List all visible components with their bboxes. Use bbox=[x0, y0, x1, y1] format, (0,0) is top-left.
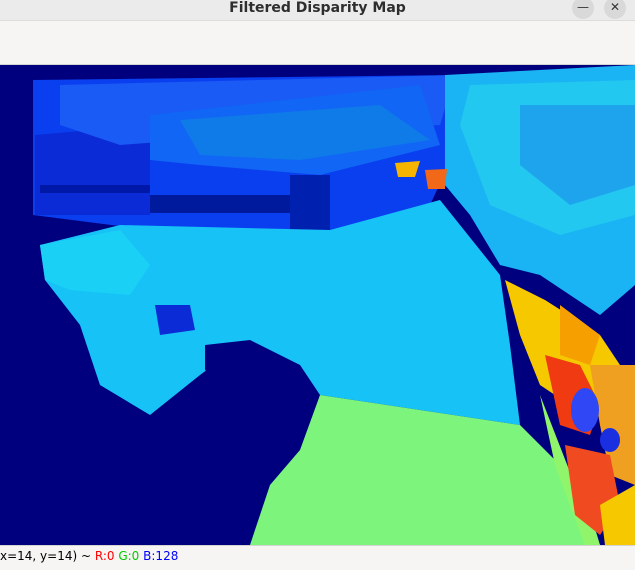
pixel-red-value: R:0 bbox=[94, 549, 115, 563]
window-titlebar[interactable]: Filtered Disparity Map — ✕ bbox=[0, 0, 635, 21]
cursor-coordinates: x=14, y=14) ~ bbox=[0, 549, 95, 563]
pixel-green-value: G:0 bbox=[118, 549, 140, 563]
disparity-image[interactable] bbox=[0, 65, 635, 545]
window-title: Filtered Disparity Map bbox=[229, 0, 406, 16]
pixel-blue-value: B:128 bbox=[143, 549, 179, 563]
disparity-map-graphic bbox=[0, 65, 635, 545]
toolbar-area bbox=[0, 21, 635, 65]
status-bar: x=14, y=14) ~ R:0 G:0 B:128 bbox=[0, 545, 635, 570]
